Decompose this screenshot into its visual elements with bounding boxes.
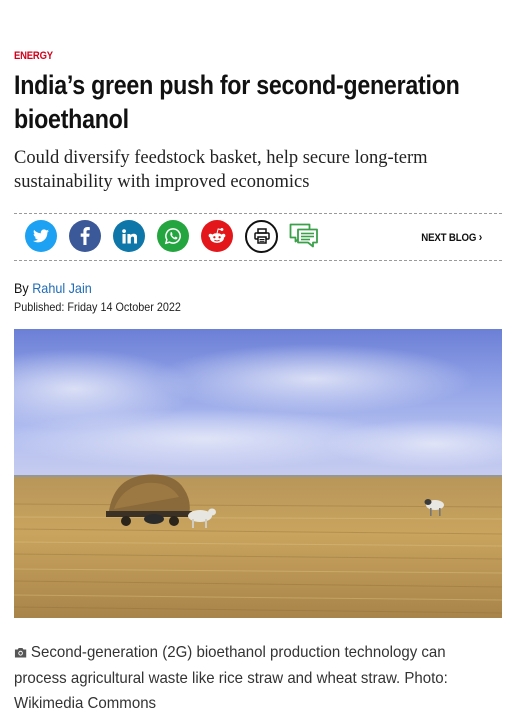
whatsapp-icon <box>164 228 181 245</box>
byline-prefix: By <box>14 280 29 296</box>
article-photo <box>14 329 502 618</box>
reddit-icon <box>208 227 226 243</box>
comments-button[interactable] <box>288 220 320 252</box>
published-date: Published: Friday 14 October 2022 <box>14 300 181 314</box>
article-headline: India’s green push for second-generation… <box>14 70 460 134</box>
whatsapp-share-button[interactable] <box>157 220 189 252</box>
camera-icon <box>14 641 27 666</box>
print-button[interactable] <box>245 219 278 253</box>
byline: By Rahul Jain <box>14 280 92 296</box>
linkedin-share-button[interactable] <box>113 220 145 252</box>
linkedin-icon <box>121 228 137 244</box>
category-label[interactable]: ENERGY <box>14 50 53 62</box>
reddit-share-button[interactable] <box>201 220 233 252</box>
photo-caption: Second-generation (2G) bioethanol produc… <box>14 640 475 716</box>
caption-text: Second-generation (2G) bioethanol produc… <box>14 644 448 712</box>
next-blog-link[interactable]: NEXT BLOG › <box>421 230 482 244</box>
next-blog-label: NEXT BLOG <box>421 232 477 244</box>
author-link[interactable]: Rahul Jain <box>32 280 92 296</box>
print-icon <box>253 228 270 244</box>
article-subheadline: Could diversify feedstock basket, help s… <box>14 148 428 192</box>
field-landscape-image <box>14 329 502 618</box>
comments-icon <box>289 223 318 248</box>
twitter-icon <box>33 229 49 243</box>
facebook-share-button[interactable] <box>69 220 101 252</box>
chevron-right-icon: › <box>478 230 483 244</box>
facebook-icon <box>80 227 90 245</box>
twitter-share-button[interactable] <box>25 220 57 252</box>
share-bar: NEXT BLOG › <box>14 213 502 261</box>
